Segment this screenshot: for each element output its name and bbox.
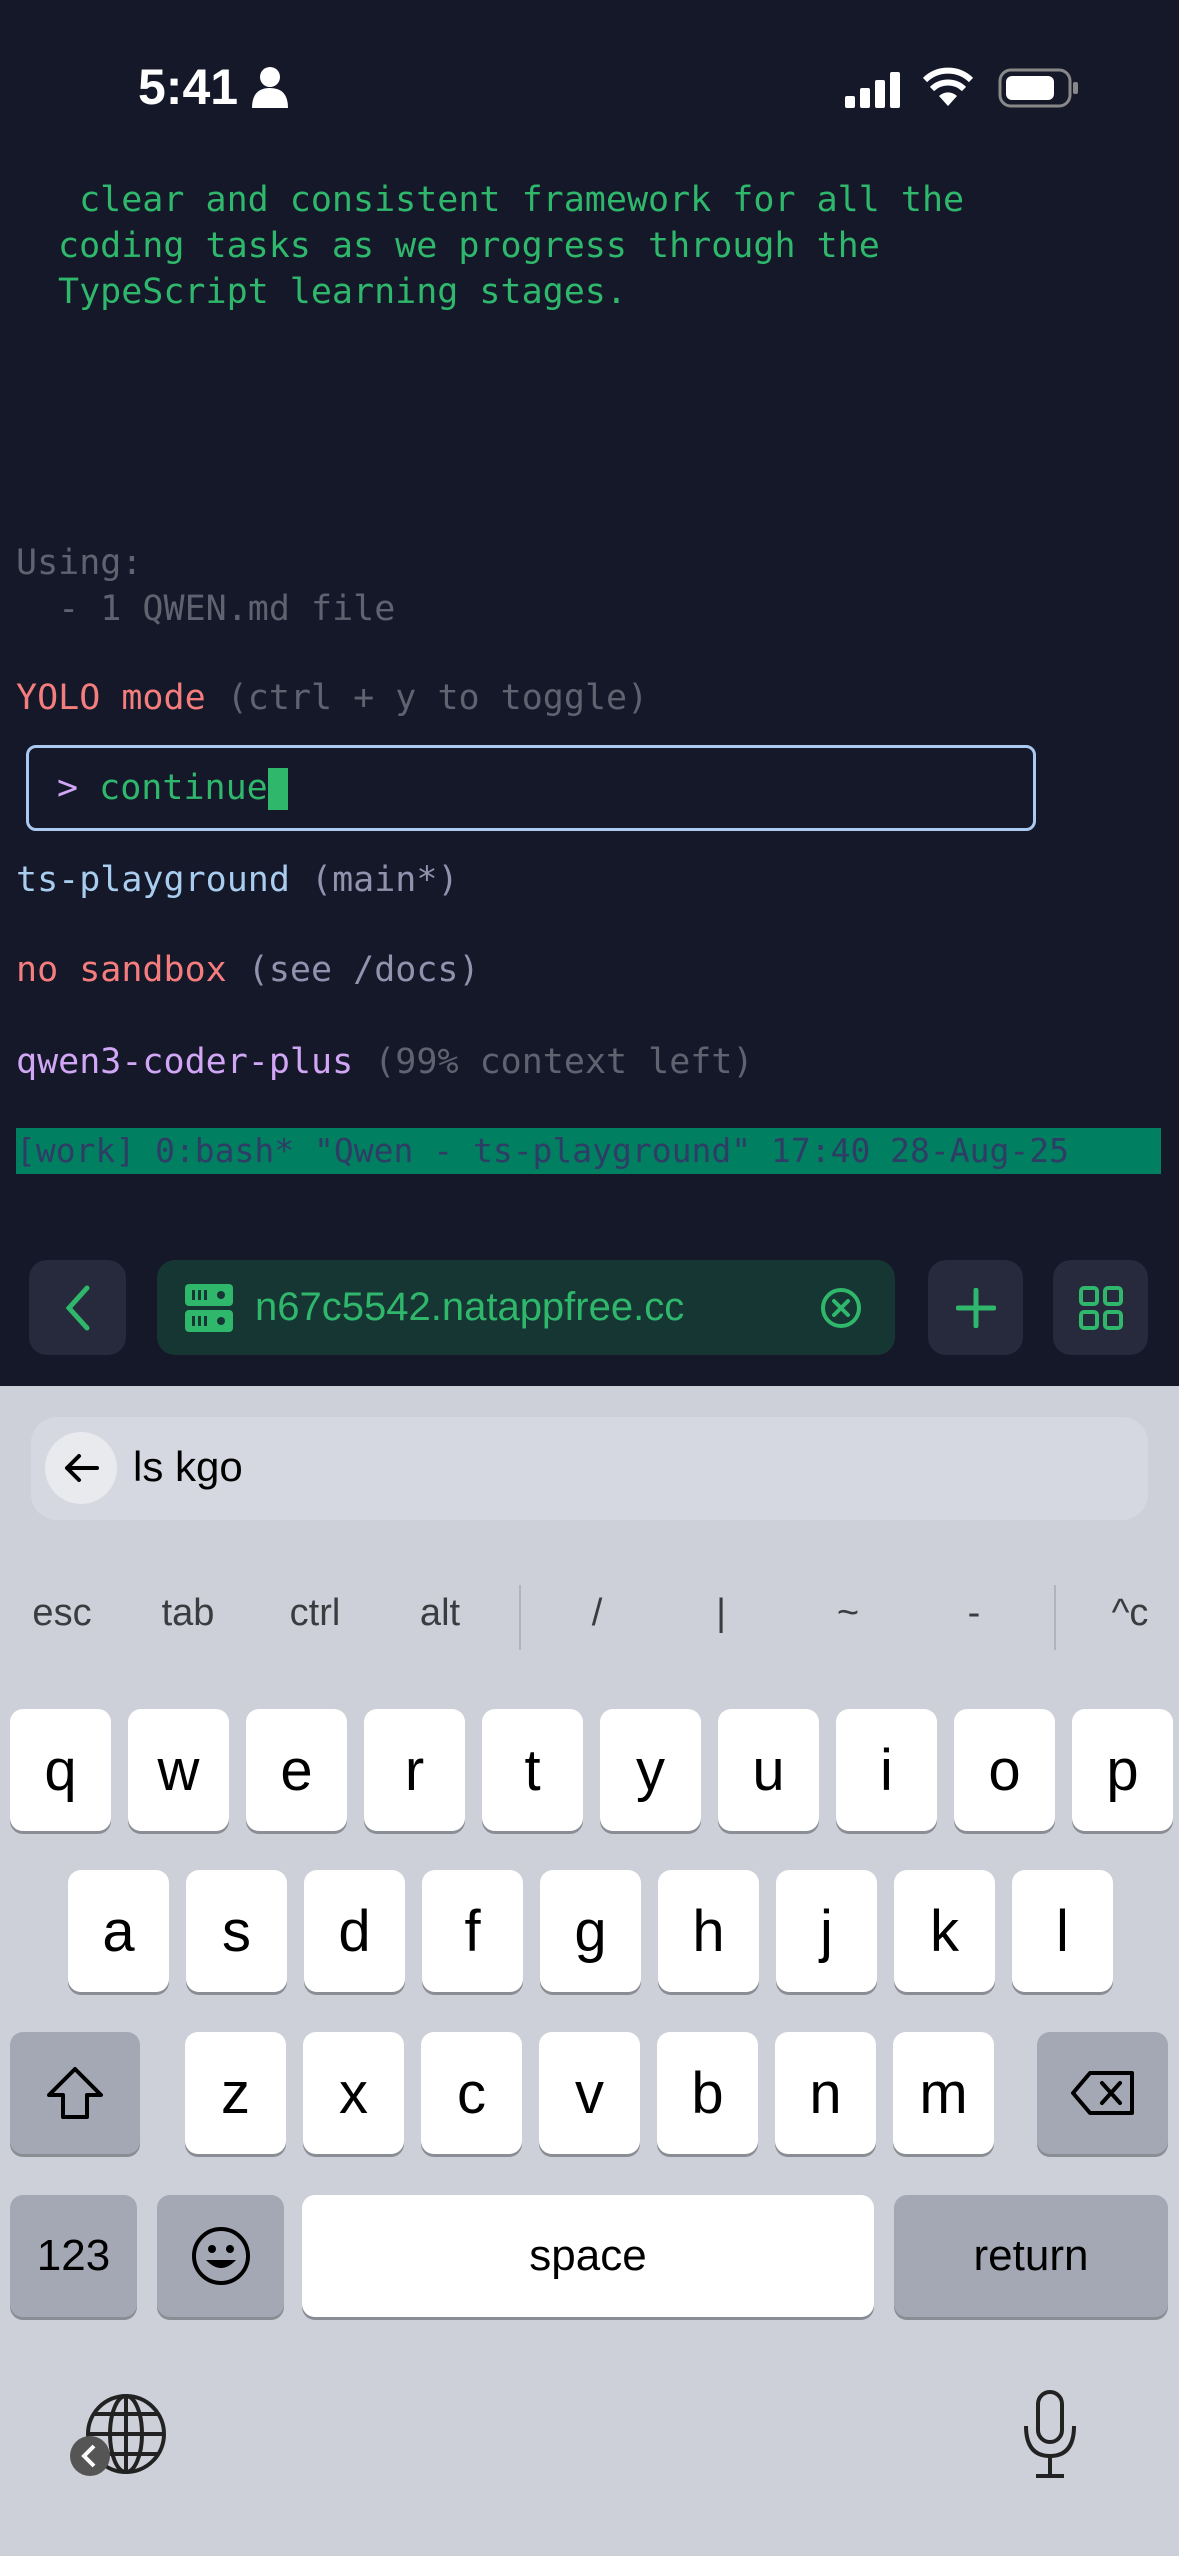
model-name: qwen3-coder-plus [16,1042,354,1082]
shortcut-key-4[interactable]: / [592,1592,603,1635]
letter-key[interactable]: o [954,1709,1055,1831]
space-key[interactable]: space [302,2195,874,2317]
letter-key[interactable]: a [68,1870,169,1992]
emoji-key[interactable] [157,2195,284,2317]
numbers-key[interactable]: 123 [10,2195,137,2317]
letter-key[interactable]: v [539,2032,640,2154]
back-arrow-button[interactable] [45,1432,117,1504]
letter-key[interactable]: p [1072,1709,1173,1831]
divider [1054,1585,1056,1650]
clear-circle-icon[interactable] [819,1286,863,1330]
shift-icon [47,2067,103,2119]
letter-key[interactable]: i [836,1709,937,1831]
using-label: Using: [16,543,143,583]
shortcut-key-5[interactable]: | [716,1592,726,1635]
letter-key[interactable]: h [658,1870,759,1992]
letter-key[interactable]: e [246,1709,347,1831]
plus-icon [955,1287,996,1328]
emoji-icon [191,2227,250,2285]
server-icon [185,1283,233,1332]
output-line: clear and consistent framework for all t… [58,180,965,220]
delete-key[interactable] [1037,2032,1168,2154]
letter-key[interactable]: s [186,1870,287,1992]
git-branch: (main*) [289,860,459,900]
backspace-icon [1070,2071,1134,2115]
letter-key[interactable]: q [10,1709,111,1831]
yolo-label: YOLO mode [16,678,206,718]
letter-key[interactable]: t [482,1709,583,1831]
return-key[interactable]: return [894,2195,1168,2317]
letter-key[interactable]: k [894,1870,995,1992]
prompt-symbol: > [57,768,79,808]
shortcut-key-3[interactable]: alt [420,1592,460,1635]
using-item: - 1 QWEN.md file [16,589,396,629]
microphone-icon[interactable] [1020,2390,1080,2480]
letter-key[interactable]: f [422,1870,523,1992]
letter-key[interactable]: b [657,2032,758,2154]
letter-key[interactable]: r [364,1709,465,1831]
letter-key[interactable]: u [718,1709,819,1831]
shortcut-key-2[interactable]: ctrl [290,1592,341,1635]
model-line: qwen3-coder-plus (99% context left) [16,1039,754,1085]
letter-key[interactable]: j [776,1870,877,1992]
sessions-grid-button[interactable] [1053,1260,1148,1355]
letter-key[interactable]: m [893,2032,994,2154]
project-line: ts-playground (main*) [16,857,459,903]
host-name: n67c5542.natappfree.cc [255,1285,685,1329]
output-line: TypeScript learning stages. [58,272,627,312]
prompt-input-value[interactable]: continue [99,768,268,808]
letter-key[interactable]: y [600,1709,701,1831]
cellular-signal-icon [845,72,900,108]
shift-key[interactable] [10,2032,140,2154]
letter-key[interactable]: x [303,2032,404,2154]
letter-key[interactable]: d [304,1870,405,1992]
project-name: ts-playground [16,860,290,900]
host-pill[interactable]: n67c5542.natappfree.cc [157,1260,895,1355]
divider [519,1585,521,1650]
battery-icon [998,68,1078,108]
sandbox-status: no sandbox [16,950,227,990]
sandbox-hint: (see /docs) [226,950,480,990]
output-line: coding tasks as we progress through the [58,226,880,266]
shortcut-key-8[interactable]: ^c [1112,1592,1149,1635]
shortcut-key-1[interactable]: tab [162,1592,215,1635]
add-session-button[interactable] [928,1260,1023,1355]
letter-key[interactable]: g [540,1870,641,1992]
letter-key[interactable]: w [128,1709,229,1831]
letter-key[interactable]: z [185,2032,286,2154]
yolo-mode-line: YOLO mode (ctrl + y to toggle) [16,675,648,721]
shortcut-key-7[interactable]: - [968,1592,981,1635]
person-icon [252,67,288,108]
wifi-icon [922,67,974,106]
text-cursor [267,768,288,810]
tmux-status-bar: [work] 0:bash* "Qwen - ts-playground" 17… [16,1128,1161,1174]
yolo-hint: (ctrl + y to toggle) [205,678,649,718]
letter-key[interactable]: l [1012,1870,1113,1992]
arrow-left-icon [65,1454,99,1482]
sandbox-line: no sandbox (see /docs) [16,947,480,993]
context-left: (99% context left) [353,1042,754,1082]
letter-key[interactable]: n [775,2032,876,2154]
chevron-left-icon [65,1285,89,1330]
suggestion-text: ls kgo [133,1443,243,1490]
globe-icon[interactable] [68,2392,172,2482]
back-button[interactable] [29,1260,126,1355]
prompt-input[interactable]: > continue [26,745,1036,831]
shortcut-key-6[interactable]: ~ [837,1592,859,1635]
shortcut-key-0[interactable]: esc [32,1592,91,1635]
history-suggestion[interactable]: ls kgo [31,1417,1148,1520]
grid-icon [1078,1285,1123,1330]
letter-key[interactable]: c [421,2032,522,2154]
status-time: 5:41 [138,59,239,115]
